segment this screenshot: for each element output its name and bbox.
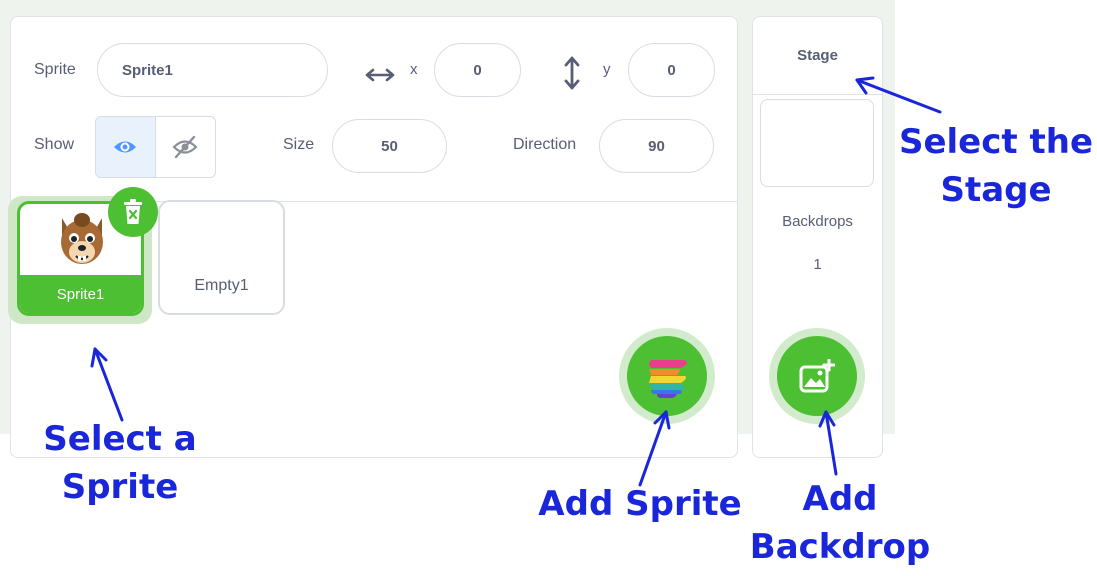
annotation-add-backdrop: Add Backdrop bbox=[749, 479, 931, 567]
direction-label: Direction bbox=[513, 136, 577, 153]
sprite-properties: Sprite Sprite1 x 0 y 0 Show Size 50 Dire… bbox=[11, 17, 737, 202]
character-icon bbox=[61, 213, 103, 264]
direction-input[interactable]: 90 bbox=[599, 119, 714, 173]
visibility-toggle bbox=[95, 116, 216, 178]
y-value: 0 bbox=[667, 61, 676, 79]
eye-slash-icon bbox=[172, 135, 198, 159]
horizontal-arrows-icon bbox=[365, 68, 395, 82]
x-input[interactable]: 0 bbox=[434, 43, 521, 97]
hide-button[interactable] bbox=[156, 117, 216, 177]
annotation-add-sprite: Add Sprite bbox=[538, 484, 742, 524]
sprite-tile-label: Sprite1 bbox=[20, 275, 141, 313]
stage-thumbnail[interactable] bbox=[760, 99, 874, 187]
show-button[interactable] bbox=[96, 117, 156, 177]
size-value: 50 bbox=[381, 137, 398, 155]
sprite-name-input[interactable]: Sprite1 bbox=[97, 43, 328, 97]
sprite-name-label: Sprite bbox=[34, 61, 76, 78]
stage-title: Stage bbox=[753, 17, 882, 95]
delete-sprite-button[interactable] bbox=[108, 187, 158, 237]
add-backdrop-button[interactable] bbox=[777, 336, 857, 416]
annotation-select-stage: Select the Stage bbox=[898, 122, 1094, 210]
vertical-arrows-icon bbox=[564, 56, 580, 90]
direction-value: 90 bbox=[648, 137, 665, 155]
backdrops-label: Backdrops bbox=[782, 213, 853, 230]
show-label: Show bbox=[34, 136, 75, 153]
x-value: 0 bbox=[473, 61, 482, 79]
y-input[interactable]: 0 bbox=[628, 43, 715, 97]
y-label: y bbox=[603, 61, 611, 78]
trash-icon bbox=[124, 199, 142, 224]
add-backdrop-icon bbox=[799, 359, 835, 393]
x-label: x bbox=[410, 61, 418, 78]
add-sprite-button[interactable] bbox=[627, 336, 707, 416]
size-label: Size bbox=[283, 136, 315, 153]
sprite-logo-icon bbox=[649, 360, 687, 398]
sprite-name-value: Sprite1 bbox=[122, 61, 173, 79]
eye-icon bbox=[114, 141, 137, 153]
size-input[interactable]: 50 bbox=[332, 119, 447, 173]
sprite-tile-label: Empty1 bbox=[194, 277, 249, 294]
annotation-select-sprite: Select a Sprite bbox=[43, 419, 197, 507]
backdrops-count: 1 bbox=[813, 256, 822, 273]
sprite-tile-empty1[interactable]: Empty1 bbox=[158, 200, 285, 315]
